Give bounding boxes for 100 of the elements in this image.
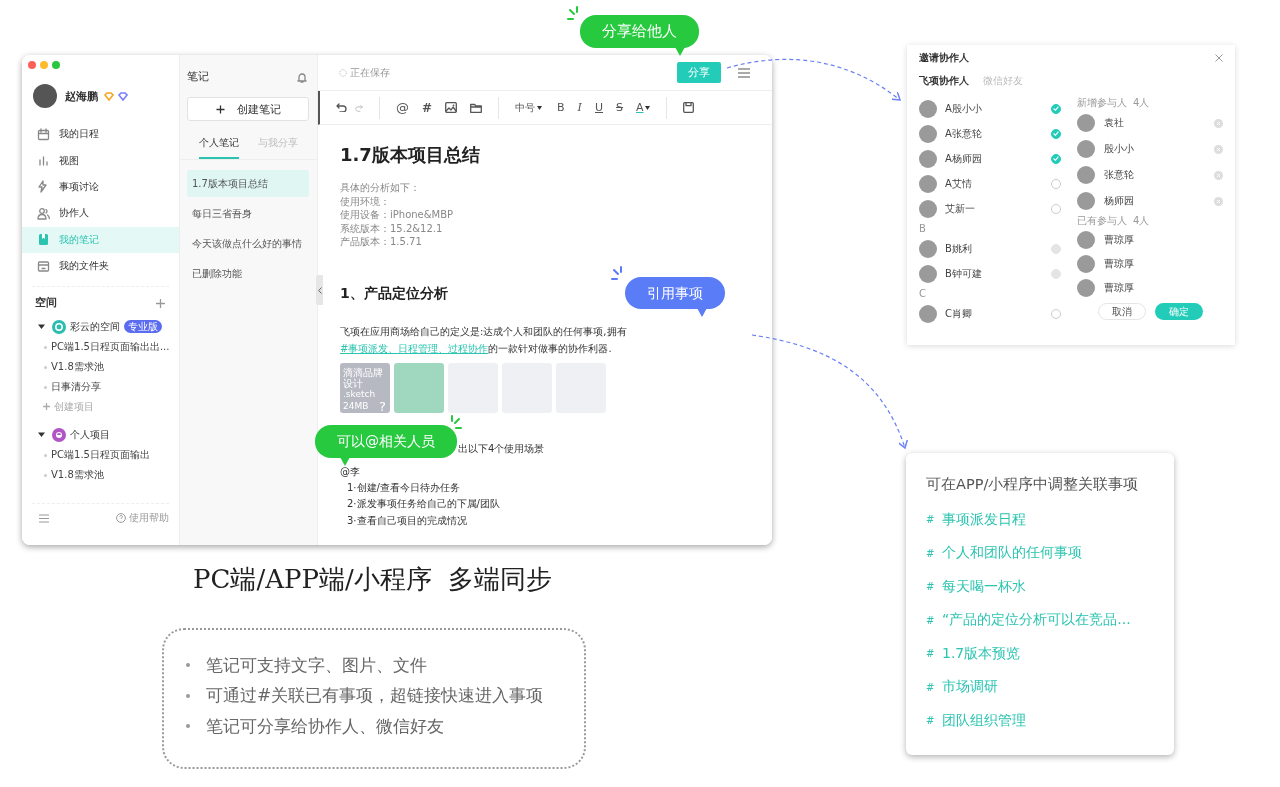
nav-item[interactable]: 我的日程 bbox=[22, 121, 179, 148]
plus-icon[interactable] bbox=[156, 298, 165, 308]
save-icon[interactable] bbox=[682, 102, 694, 113]
space-item[interactable]: 个人项目 bbox=[22, 424, 179, 446]
tab[interactable]: 个人笔记 bbox=[199, 130, 240, 159]
font-size-dropdown[interactable]: 中号 bbox=[515, 100, 543, 115]
chevron-left-icon bbox=[317, 286, 322, 294]
avatar[interactable] bbox=[33, 84, 57, 108]
checkbox[interactable] bbox=[1051, 128, 1061, 139]
caret-down-icon[interactable] bbox=[38, 431, 45, 439]
avatar bbox=[919, 239, 937, 258]
redo-icon[interactable] bbox=[355, 103, 363, 112]
menu-icon[interactable] bbox=[39, 513, 49, 523]
remove-icon[interactable] bbox=[1214, 196, 1223, 206]
index-letter: C bbox=[919, 287, 927, 301]
checkmark-icon bbox=[1053, 156, 1059, 161]
note-item[interactable]: 1.7版本项目总结 bbox=[187, 170, 309, 197]
group-title: 新增参与人 bbox=[1077, 96, 1127, 110]
checkmark-icon bbox=[1053, 131, 1059, 136]
plus-icon bbox=[43, 403, 50, 411]
project-item[interactable]: V1.8需求池 bbox=[22, 465, 179, 486]
file-name: 滴滴品牌设计 bbox=[343, 366, 384, 389]
hash-mark: # bbox=[926, 547, 936, 559]
menu-icon[interactable] bbox=[738, 67, 750, 78]
remove-icon[interactable] bbox=[1214, 144, 1223, 154]
contact-name[interactable]: A殷小小 bbox=[945, 101, 1043, 116]
project-item[interactable]: V1.8需求池 bbox=[22, 357, 179, 378]
note-item[interactable]: 已删除功能 bbox=[187, 260, 309, 287]
undo-icon[interactable] bbox=[336, 103, 347, 112]
avatar bbox=[1077, 231, 1095, 249]
body-text: 出以下4个使用场景 bbox=[458, 441, 545, 456]
note-item[interactable]: 今天该做点什么好的事情 bbox=[187, 230, 309, 257]
collapse-handle[interactable] bbox=[316, 275, 323, 305]
body-text: 产品版本：1.5.71 bbox=[340, 235, 423, 249]
project-item[interactable]: PC端1.5日程页面输出 bbox=[22, 445, 179, 466]
member-name: 曹琼厚 bbox=[1104, 233, 1135, 247]
avatar bbox=[1077, 255, 1095, 273]
avatar bbox=[1077, 279, 1095, 297]
bold-button[interactable]: B bbox=[557, 101, 565, 114]
nav-item[interactable]: 我的文件夹 bbox=[22, 252, 179, 280]
nav-item[interactable]: 视图 bbox=[22, 147, 179, 174]
project-item[interactable]: PC端1.5日程页面输出出... bbox=[22, 337, 179, 358]
hashtag-button[interactable]: # bbox=[422, 100, 433, 115]
member-name: 曹琼厚 bbox=[1104, 281, 1135, 295]
image-thumbnail[interactable] bbox=[394, 362, 444, 413]
caption: PC端/APP端/小程序 多端同步 bbox=[193, 563, 553, 596]
caret-down-icon bbox=[644, 105, 650, 110]
group-count: 4人 bbox=[1133, 96, 1150, 110]
caret-down-icon[interactable] bbox=[38, 323, 45, 331]
underline-button[interactable]: U bbox=[594, 101, 604, 114]
plan-badge: 专业版 bbox=[124, 320, 162, 334]
member-name: 杨师园 bbox=[1104, 194, 1135, 208]
folder-icon[interactable] bbox=[470, 102, 483, 113]
hash-mark: # bbox=[926, 614, 936, 626]
image-icon[interactable] bbox=[445, 102, 458, 113]
avatar bbox=[919, 304, 937, 323]
space-item[interactable]: 彩云的空间 专业版 bbox=[22, 316, 179, 338]
contact-name[interactable]: A杨师园 bbox=[945, 151, 1043, 166]
bullet-dot bbox=[186, 693, 190, 698]
project-item[interactable]: 日事清分享 bbox=[22, 377, 179, 398]
window-minimize-button[interactable] bbox=[40, 61, 48, 69]
hash-mark: # bbox=[926, 514, 936, 526]
contact-name[interactable]: A张意轮 bbox=[945, 126, 1043, 141]
remove-icon[interactable] bbox=[1214, 118, 1223, 128]
text-color-button[interactable]: A bbox=[636, 101, 650, 114]
file-type-mark: ? bbox=[379, 400, 386, 412]
contact-name[interactable]: 艾新一 bbox=[945, 201, 1043, 216]
checkbox[interactable] bbox=[1051, 153, 1061, 164]
create-note-button[interactable]: 创建笔记 bbox=[187, 97, 309, 121]
contact-name[interactable]: A艾情 bbox=[945, 176, 1043, 191]
window-close-button[interactable] bbox=[28, 61, 36, 69]
avatar bbox=[1077, 166, 1095, 184]
contact-name[interactable]: C肖卿 bbox=[945, 306, 1043, 321]
save-status: 正在保存 bbox=[339, 65, 390, 80]
avatar bbox=[919, 149, 937, 168]
group-count: 4人 bbox=[1133, 214, 1150, 228]
user-name: 赵海鹏 bbox=[65, 88, 98, 104]
mention-button[interactable]: @ bbox=[396, 100, 409, 115]
checkbox[interactable] bbox=[1051, 103, 1061, 114]
strikethrough-button[interactable]: S bbox=[616, 101, 623, 114]
window-maximize-button[interactable] bbox=[52, 61, 60, 69]
note-item[interactable]: 每日三省吾身 bbox=[187, 200, 309, 227]
avatar bbox=[919, 199, 937, 218]
feature-text: 可通过#关联已有事项，超链接快速进入事项 bbox=[206, 684, 544, 708]
remove-icon[interactable] bbox=[1214, 170, 1223, 180]
member-name: 袁社 bbox=[1104, 116, 1125, 130]
section-heading: 1、产品定位分析 bbox=[340, 284, 448, 303]
italic-button[interactable]: I bbox=[577, 101, 582, 114]
member-name: 殷小小 bbox=[1104, 142, 1135, 156]
nav-item[interactable]: 协作人 bbox=[22, 200, 179, 227]
close-icon[interactable] bbox=[1215, 54, 1223, 62]
cancel-button[interactable]: 取消 bbox=[1097, 303, 1146, 320]
bell-icon[interactable] bbox=[297, 71, 307, 83]
bullet-dot bbox=[186, 663, 190, 668]
bookmark-icon bbox=[37, 233, 50, 247]
nav-item[interactable]: 事项讨论 bbox=[22, 173, 179, 201]
tab[interactable]: 飞项协作人 bbox=[919, 74, 969, 88]
list-item: 1·创建/查看今日待办任务 bbox=[346, 480, 461, 495]
body-text: 系统版本：15.2&12.1 bbox=[340, 221, 444, 235]
group-title: 已有参与人 bbox=[1077, 214, 1127, 228]
